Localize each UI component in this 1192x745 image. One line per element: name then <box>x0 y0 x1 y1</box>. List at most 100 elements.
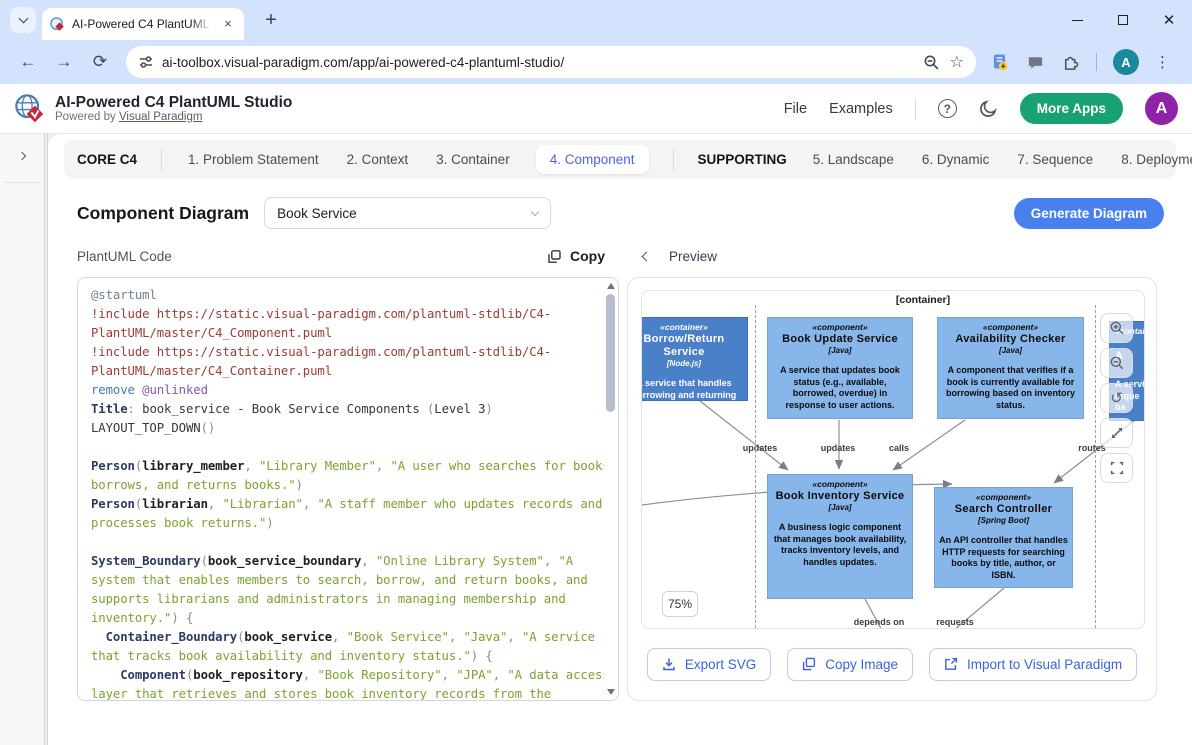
scroll-up-icon[interactable] <box>607 283 615 289</box>
collapse-preview-icon[interactable] <box>642 251 652 261</box>
section-toolbar: Component Diagram Book Service Generate … <box>77 197 1164 229</box>
close-button[interactable]: ✕ <box>1146 0 1192 40</box>
export-svg-button[interactable]: Export SVG <box>647 648 771 681</box>
sidebar-expand-button[interactable] <box>12 146 32 166</box>
diagram-node-book-update-service: «component»Book Update Service[Java] A se… <box>767 317 913 419</box>
reset-view-button[interactable]: ↺ <box>1100 383 1133 413</box>
node-description: A service that handles borrowing and ret… <box>641 378 743 401</box>
tab-6-dynamic[interactable]: 6. Dynamic <box>920 145 992 174</box>
code-scrollbar[interactable] <box>606 280 616 698</box>
diagram-select-value: Book Service <box>277 206 532 221</box>
node-technology: [Java] <box>772 503 908 512</box>
edge-label: depends on <box>854 617 905 627</box>
minimize-button[interactable] <box>1054 0 1100 40</box>
extensions-icon[interactable] <box>1061 53 1080 72</box>
tab-search-button[interactable] <box>10 7 36 33</box>
favicon <box>50 17 65 32</box>
preview-title: Preview <box>669 249 717 264</box>
magnifier-minus-icon <box>1109 355 1125 371</box>
fullscreen-button[interactable] <box>1100 453 1133 483</box>
maximize-button[interactable] <box>1100 0 1146 40</box>
browser-profile-avatar[interactable]: A <box>1113 49 1139 75</box>
expand-diagonal-icon <box>1109 425 1125 441</box>
browser-menu-icon[interactable]: ⋮ <box>1155 53 1170 71</box>
tab-2-context[interactable]: 2. Context <box>345 145 411 174</box>
node-description: A component that verifies if a book is c… <box>942 365 1079 412</box>
sidebar-divider <box>4 182 40 183</box>
menu-file[interactable]: File <box>784 101 807 117</box>
node-technology: [Node.js] <box>641 359 743 368</box>
node-description: An API controller that handles HTTP requ… <box>939 535 1068 582</box>
node-stereotype: «component» <box>772 479 908 489</box>
forward-button[interactable]: → <box>49 47 79 77</box>
scrollbar-thumb[interactable] <box>606 294 615 412</box>
main-card: CORE C4 1. Problem Statement 2. Context 3. … <box>48 134 1192 745</box>
external-link-icon <box>944 657 958 671</box>
copy-image-button[interactable]: Copy Image <box>787 648 913 681</box>
scroll-down-icon[interactable] <box>607 689 615 695</box>
back-button[interactable]: ← <box>13 47 43 77</box>
fit-screen-button[interactable] <box>1100 418 1133 448</box>
zoom-level-badge: 75% <box>662 591 698 617</box>
reload-button[interactable]: ⟳ <box>85 47 115 77</box>
tab-group-label: CORE C4 <box>77 152 137 167</box>
diagram-canvas[interactable]: [container] «container»Borrow/Return Ser… <box>641 290 1145 629</box>
zoom-in-button[interactable] <box>1100 313 1133 343</box>
code-panel-title: PlantUML Code <box>77 249 172 264</box>
diagram-node-availability-checker: «component»Availability Checker[Java]A c… <box>937 317 1084 419</box>
browser-tab[interactable]: AI-Powered C4 PlantUML Studio × <box>42 8 244 40</box>
comment-icon[interactable] <box>1026 53 1045 72</box>
bookmark-star-icon[interactable]: ☆ <box>950 52 964 72</box>
zoom-out-button[interactable] <box>1100 348 1133 378</box>
node-description: A service that updates book status (e.g.… <box>772 365 908 412</box>
node-stereotype: «component» <box>772 322 908 332</box>
chevron-down-icon <box>531 207 539 215</box>
app-title: AI-Powered C4 PlantUML Studio <box>55 94 292 111</box>
content-columns: PlantUML Code Copy @startuml!include htt… <box>77 245 1157 701</box>
browser-titlebar: AI-Powered C4 PlantUML Studio × + ✕ <box>0 0 1192 40</box>
node-technology: [Java] <box>772 346 908 355</box>
header-separator <box>915 98 916 120</box>
import-to-visual-paradigm-button[interactable]: Import to Visual Paradigm <box>929 648 1137 681</box>
tab-bar: CORE C4 1. Problem Statement 2. Context 3. … <box>64 140 1176 179</box>
toolbar-icons: A ⋮ <box>990 49 1170 75</box>
tab-group-separator <box>161 149 162 171</box>
preview-column-header: Preview <box>627 245 1157 267</box>
tab-8-deployment[interactable]: 8. Deployment <box>1119 145 1192 174</box>
dark-mode-moon-icon[interactable] <box>979 99 998 118</box>
tab-5-landscape[interactable]: 5. Landscape <box>811 145 896 174</box>
chevron-right-icon <box>18 152 26 160</box>
node-description: A business logic component that manages … <box>772 522 908 569</box>
zoom-out-page-icon[interactable] <box>923 54 940 71</box>
user-avatar[interactable]: A <box>1145 92 1178 125</box>
visual-paradigm-link[interactable]: Visual Paradigm <box>119 111 203 123</box>
node-name: Book Update Service <box>772 333 908 346</box>
reading-list-icon[interactable] <box>990 52 1010 72</box>
tab-7-sequence[interactable]: 7. Sequence <box>1015 145 1095 174</box>
edge-label: requests <box>936 617 974 627</box>
help-icon[interactable]: ? <box>938 99 957 118</box>
url-bar[interactable]: ai-toolbox.visual-paradigm.com/app/ai-po… <box>126 46 976 78</box>
tab-3-container[interactable]: 3. Container <box>434 145 512 174</box>
tab-1-problem-statement[interactable]: 1. Problem Statement <box>186 145 321 174</box>
app-title-block: AI-Powered C4 PlantUML Studio Powered by… <box>55 94 292 123</box>
copy-code-button[interactable]: Copy <box>547 248 605 264</box>
browser-toolbar: ← → ⟳ ai-toolbox.visual-paradigm.com/app… <box>0 40 1192 84</box>
node-technology: [Spring Boot] <box>939 516 1068 525</box>
menu-examples[interactable]: Examples <box>829 101 893 117</box>
page-title: Component Diagram <box>77 203 249 224</box>
plantuml-code-editor[interactable]: @startuml!include https://static.visual-… <box>78 278 604 700</box>
tab-close-icon[interactable]: × <box>220 16 236 32</box>
boundary-dashed-line <box>755 305 756 628</box>
powered-by: Powered by Visual Paradigm <box>55 111 292 123</box>
generate-diagram-button[interactable]: Generate Diagram <box>1014 198 1164 229</box>
preview-column: Preview [container] «co <box>627 245 1157 701</box>
diagram-node-search-controller: «component»Search Controller[Spring Boot… <box>934 487 1073 588</box>
site-settings-icon[interactable] <box>138 54 154 70</box>
more-apps-button[interactable]: More Apps <box>1020 93 1123 124</box>
preview-actions: Export SVG Copy Image Import to Visual Par… <box>641 629 1143 699</box>
new-tab-button[interactable]: + <box>258 8 284 34</box>
diagram-select[interactable]: Book Service <box>264 197 551 229</box>
tab-4-component[interactable]: 4. Component <box>536 145 649 174</box>
action-button-label: Export SVG <box>685 657 756 672</box>
